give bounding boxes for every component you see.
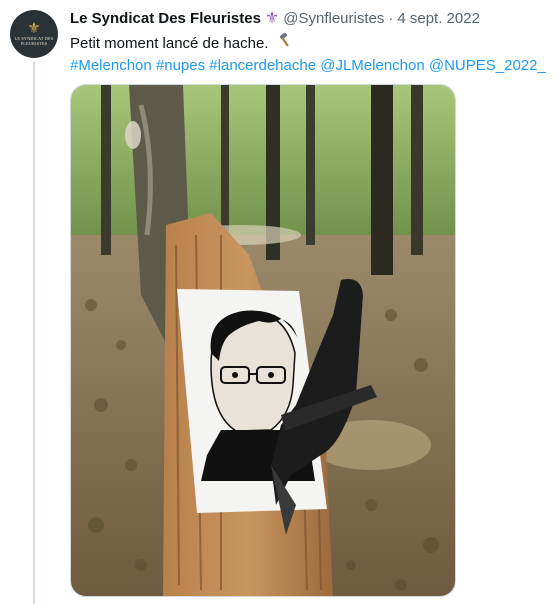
- hammer-icon: [277, 32, 293, 54]
- tweet-text: Petit moment lancé de hache.: [70, 32, 557, 54]
- author-handle[interactable]: @Synfleuristes: [283, 9, 384, 29]
- avatar-text-line2: FLEURISTES: [20, 41, 48, 46]
- photo-image: [71, 85, 455, 596]
- fleur-de-lis-icon: ⚜: [264, 10, 280, 27]
- avatar[interactable]: ⚜ LE SYNDICAT DES FLEURISTES: [10, 10, 58, 58]
- tweet-date[interactable]: 4 sept. 2022: [397, 9, 480, 29]
- hashtag-link[interactable]: #lancerdehache: [209, 57, 316, 74]
- author-name[interactable]: Le Syndicat Des Fleuristes: [70, 9, 261, 29]
- tweet-content: Le Syndicat Des Fleuristes ⚜ @Synfleuris…: [70, 9, 557, 76]
- thread-line: [33, 62, 35, 604]
- hashtag-list: #Melenchon #nupes #lancerdehache @JLMele…: [70, 56, 557, 76]
- hashtag-link[interactable]: #nupes: [156, 57, 205, 74]
- tweet-header: Le Syndicat Des Fleuristes ⚜ @Synfleuris…: [70, 9, 557, 29]
- fleur-de-lis-icon: ⚜: [27, 20, 41, 37]
- tweet-body: Petit moment lancé de hache.: [70, 35, 269, 52]
- mention-link[interactable]: @NUPES_2022_: [429, 57, 546, 74]
- separator-dot: ·: [388, 10, 394, 27]
- mention-link[interactable]: @JLMelenchon: [320, 57, 424, 74]
- hashtag-link[interactable]: #Melenchon: [70, 57, 152, 74]
- tweet-photo[interactable]: [70, 84, 456, 597]
